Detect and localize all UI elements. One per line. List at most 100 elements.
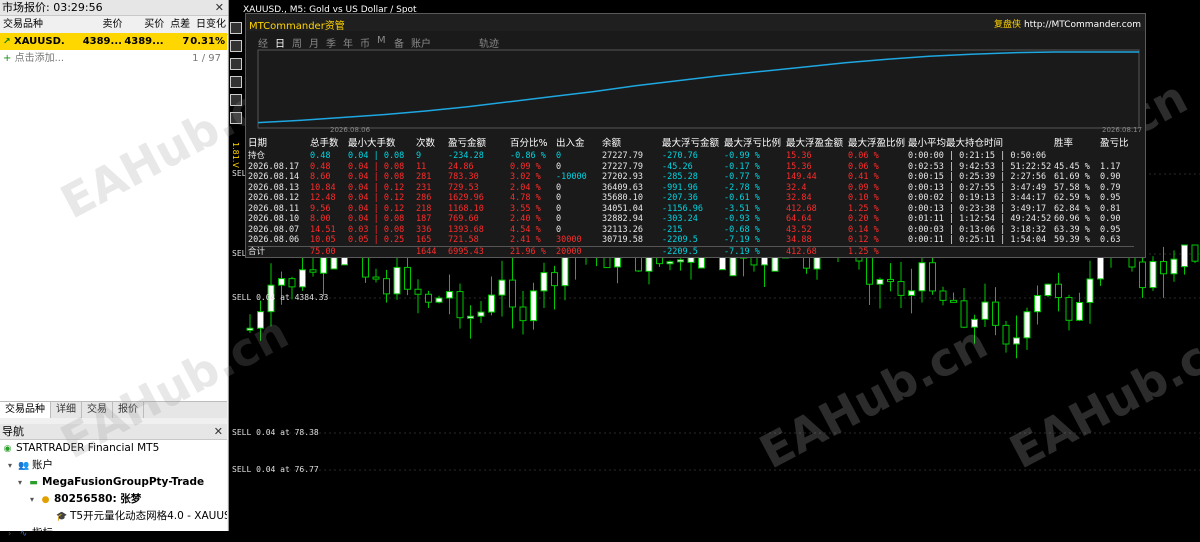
stats-cell: 27202.93 — [602, 172, 643, 182]
side-label: 1.81.V — [231, 142, 240, 168]
nav-server-label: MegaFusionGroupPty-Trade — [42, 476, 205, 488]
stats-cell: 持仓 — [248, 151, 266, 161]
candle-body — [1181, 244, 1188, 268]
stats-cell: 10.05 — [310, 235, 336, 245]
candle-body — [866, 255, 873, 285]
tab-trading[interactable]: 交易 — [82, 402, 113, 418]
stats-cell: -0.17 % — [724, 161, 760, 172]
chevron-down-icon[interactable]: ▾ — [8, 457, 18, 474]
stats-total-cell: 20000 — [556, 245, 602, 257]
spread-value: 7 — [182, 36, 190, 47]
navigator-title-text: 导航 — [2, 425, 24, 438]
candle-body — [372, 276, 380, 280]
add-symbol-row[interactable]: + 点击添加... 1 / 97 — [0, 50, 227, 67]
overlay-brand[interactable]: 复盘侠 http://MTCommander.com — [994, 17, 1141, 30]
stats-cell: -0.77 % — [724, 172, 760, 182]
equity-line — [257, 51, 1139, 124]
symbol-name: XAUUSD. — [14, 36, 65, 47]
candle-body — [477, 311, 485, 317]
stats-cell: 1393.68 — [448, 224, 484, 235]
server-icon: ▬ — [29, 478, 38, 488]
stats-cell: 4.54 % — [510, 224, 541, 235]
stats-cell: -991.96 — [662, 182, 698, 193]
market-watch-row[interactable]: ↗ XAUUSD. 4389... 4389... 7 0.31% — [0, 33, 227, 50]
nav-indicators[interactable]: › ∿ 指标 — [0, 525, 227, 542]
plus-icon: + — [3, 53, 12, 64]
candle-body — [498, 279, 506, 296]
stats-col-header: 最大浮亏金额 — [662, 138, 720, 150]
col-ask[interactable]: 买价 — [122, 16, 164, 34]
brand-name: 复盘侠 — [994, 20, 1022, 30]
chevron-right-icon[interactable]: › — [8, 525, 18, 542]
stats-cell: 45.45 % — [1054, 161, 1090, 172]
stats-cell: 218 — [416, 203, 432, 214]
stats-total-cell: 75.00 — [310, 245, 348, 257]
stats-total-cell: 合计 — [248, 245, 310, 257]
stats-total-cell: 1.25 % — [848, 245, 908, 257]
tab-ticks[interactable]: 报价 — [113, 402, 144, 418]
stats-cell: 0:00:13 | 0:27:55 | 3:47:49 — [908, 182, 1047, 193]
stats-cell: -0.93 % — [724, 214, 760, 224]
stats-col-header: 日期 — [248, 138, 268, 150]
candle-body — [960, 300, 968, 328]
nav-broker[interactable]: ◉ STARTRADER Financial MT5 — [0, 440, 227, 457]
stats-col-header: 胜率 — [1054, 138, 1074, 150]
market-watch-tabs: 交易品种 详细 交易 报价 — [0, 401, 227, 418]
candle-body — [509, 279, 516, 308]
stats-col-header: 余额 — [602, 138, 622, 150]
stats-cell: 0.90 — [1100, 214, 1121, 224]
stats-cell: 0.04 | 0.08 — [348, 151, 405, 161]
stats-cell: 0.09 % — [848, 182, 879, 193]
col-bid[interactable]: 卖价 — [81, 16, 122, 34]
nav-account[interactable]: ▾ ● 80256580: 张梦 — [0, 491, 227, 508]
tab-details[interactable]: 详细 — [51, 402, 82, 418]
candle-body — [1086, 278, 1094, 303]
close-icon[interactable]: ✕ — [215, 0, 224, 15]
stats-cell: 0 — [556, 214, 562, 224]
chart-side-toolbar — [229, 20, 242, 130]
nav-expert[interactable]: 🎓 T5开元量化动态网格4.0 - XAUUSD — [0, 508, 227, 525]
stats-col-header: 出入金 — [556, 138, 585, 150]
col-spread[interactable]: 点差 — [164, 16, 190, 34]
close-icon[interactable]: ✕ — [214, 424, 223, 439]
stats-total-cell: -7.19 % — [724, 245, 786, 257]
user-icon: ● — [41, 495, 50, 505]
stats-col-header: 次数 — [416, 138, 436, 150]
toolbar-icon[interactable] — [230, 76, 242, 88]
stats-cell: 0 — [556, 203, 562, 214]
stats-col-header: 最大浮盈比例 — [848, 138, 906, 150]
candle-body — [488, 294, 495, 313]
stats-cell: 336 — [416, 224, 432, 235]
col-change[interactable]: 日变化 — [190, 16, 228, 34]
stats-total-cell: 412.68 — [786, 245, 848, 257]
toolbar-icon[interactable] — [230, 58, 242, 70]
users-icon: 👥 — [18, 461, 30, 471]
toolbar-icon[interactable] — [230, 112, 242, 124]
navigator-panel: 导航 ✕ ◉ STARTRADER Financial MT5 ▾ 👥 账户 ▾ ▬ Me… — [0, 424, 227, 539]
candle-body — [950, 299, 957, 303]
toolbar-icon[interactable] — [230, 40, 242, 52]
stats-cell: 0.48 — [310, 151, 331, 161]
brand-url[interactable]: http://MTCommander.com — [1024, 20, 1141, 30]
candle-body — [246, 327, 254, 331]
col-symbol[interactable]: 交易品种 — [0, 16, 81, 34]
stats-row: 2026.08.13 10.84 0.04 | 0.12 231 729.53 2.04 … — [248, 183, 1134, 194]
stats-cell: 64.64 — [786, 214, 812, 224]
change-value: 0.31% — [190, 36, 225, 47]
nav-server[interactable]: ▾ ▬ MegaFusionGroupPty-Trade — [0, 474, 227, 491]
chevron-down-icon[interactable]: ▾ — [30, 491, 40, 508]
stats-cell: 3.02 % — [510, 172, 541, 182]
globe-icon: ◉ — [3, 444, 12, 454]
stats-row: 2026.08.06 10.05 0.05 | 0.25 165 721.58 2.41 … — [248, 235, 1134, 246]
stats-cell: 12.48 — [310, 193, 336, 203]
stats-cell: 36409.63 — [602, 182, 643, 193]
toolbar-icon[interactable] — [230, 22, 242, 34]
market-watch-title: 市场报价: 03:29:56 ✕ — [0, 0, 228, 16]
nav-accounts[interactable]: ▾ 👥 账户 — [0, 457, 227, 474]
tab-symbols[interactable]: 交易品种 — [0, 402, 51, 418]
chevron-down-icon[interactable]: ▾ — [18, 474, 28, 491]
stats-row: 2026.08.10 8.00 0.04 | 0.08 187 769.60 2.40 %… — [248, 214, 1134, 225]
toolbar-icon[interactable] — [230, 94, 242, 106]
stats-total-cell: 21.96 % — [510, 245, 556, 257]
stats-cell: 165 — [416, 235, 432, 245]
